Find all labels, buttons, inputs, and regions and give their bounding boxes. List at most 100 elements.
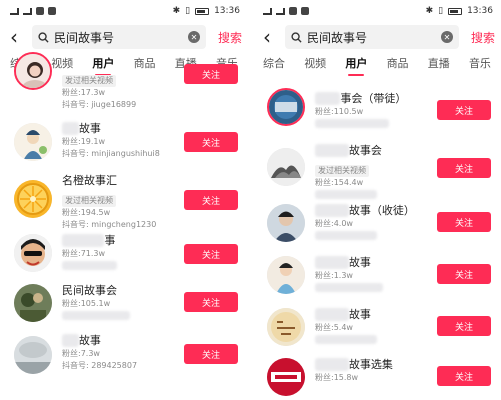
tab-live[interactable]: 直播 <box>428 52 450 76</box>
user-name: 故事 <box>78 334 101 347</box>
user-name: 故事 <box>78 122 101 135</box>
search-bar: ‹ ✕ 搜索 <box>253 22 501 52</box>
account-redacted: █████████ <box>62 261 118 270</box>
follow-button[interactable]: 关注 <box>184 190 238 210</box>
avatar <box>267 308 305 346</box>
list-item[interactable]: 民间故事会 粉丝:105.1w ███████████ 关注 <box>0 280 248 332</box>
tab-bar: 综合 视频 用户 商品 直播 音乐 <box>253 52 501 76</box>
follow-button[interactable]: 关注 <box>184 344 238 364</box>
fans-count: 粉丝:105.1w <box>62 299 111 308</box>
name-redacted: █████ <box>62 234 105 247</box>
follow-button[interactable]: 关注 <box>184 244 238 264</box>
search-input[interactable] <box>54 30 183 44</box>
list-item[interactable]: ████故事选集 粉丝:15.8w 关注 <box>253 354 501 400</box>
vibrate-icon: ▯ <box>438 6 444 16</box>
back-icon[interactable]: ‹ <box>10 27 26 47</box>
avatar <box>14 284 52 322</box>
list-item[interactable]: ████故事 粉丝:5.4w ██████████ 关注 <box>253 302 501 354</box>
fans-count: 粉丝:194.5w <box>62 208 111 217</box>
list-item[interactable]: ███事会（带徒） 粉丝:110.5w ████████████ 关注 <box>253 84 501 138</box>
avatar <box>267 358 305 396</box>
related-video-tag: 发过相关视频 <box>315 158 431 177</box>
search-box[interactable]: ✕ <box>32 25 206 49</box>
follow-button[interactable]: 关注 <box>437 316 491 336</box>
related-video-tag: 发过相关视频 <box>62 188 178 207</box>
fans-count: 粉丝:15.8w <box>315 373 359 382</box>
user-name: 事 <box>104 234 116 247</box>
fans-count: 粉丝:71.3w <box>62 249 106 258</box>
fans-count: 粉丝:1.3w <box>315 271 353 280</box>
user-name: 故事 <box>348 256 371 269</box>
tab-music[interactable]: 音乐 <box>469 52 491 76</box>
search-button[interactable]: 搜索 <box>212 29 242 46</box>
user-info: ██故事 粉丝:7.3w 抖音号: 289425807 <box>62 334 178 372</box>
user-info: ████故事 粉丝:1.3w ███████████ <box>315 256 431 294</box>
signal-icon <box>10 7 19 15</box>
user-info: █████事 粉丝:71.3w █████████ <box>62 234 178 272</box>
clear-icon[interactable]: ✕ <box>188 31 200 43</box>
avatar <box>14 123 52 161</box>
name-redacted: ██ <box>62 122 79 135</box>
user-name: 故事选集 <box>348 358 393 371</box>
user-info: 民间故事会 粉丝:105.1w ███████████ <box>62 284 178 322</box>
follow-button[interactable]: 关注 <box>437 100 491 120</box>
list-item[interactable]: ████故事会 发过相关视频 粉丝:154.4w ██████████ 关注 <box>253 138 501 201</box>
follow-button[interactable]: 关注 <box>184 132 238 152</box>
user-info: ████故事会 发过相关视频 粉丝:154.4w ██████████ <box>315 144 431 201</box>
status-left-icons <box>263 7 309 15</box>
clear-icon[interactable]: ✕ <box>441 31 453 43</box>
name-redacted: ██ <box>62 334 79 347</box>
status-time: 13:36 <box>467 6 493 16</box>
list-item[interactable]: ████故事 粉丝:1.3w ███████████ 关注 <box>253 250 501 302</box>
tab-users[interactable]: 用户 <box>345 52 367 76</box>
notification-icon <box>301 7 309 15</box>
follow-button[interactable]: 关注 <box>437 366 491 386</box>
account-redacted: ███████████ <box>315 283 383 292</box>
list-item[interactable]: █████事 粉丝:71.3w █████████ 关注 <box>0 228 248 280</box>
account-id: 抖音号: 289425807 <box>62 361 138 370</box>
user-info: ███事会（带徒） 粉丝:110.5w ████████████ <box>315 92 431 130</box>
fans-count: 粉丝:154.4w <box>315 178 364 187</box>
status-right-icons: ✱ ▯ 13:36 <box>173 6 240 16</box>
list-item[interactable]: ██故事 粉丝:7.3w 抖音号: 289425807 关注 <box>0 332 248 384</box>
status-left-icons <box>10 7 56 15</box>
list-item[interactable]: 发过相关视频 粉丝:17.3w 抖音号: jiuge16899 关注 <box>0 52 248 118</box>
account-redacted: ██████████ <box>315 335 377 344</box>
search-input[interactable] <box>307 30 436 44</box>
avatar <box>14 52 52 90</box>
tab-comprehensive[interactable]: 综合 <box>263 52 285 76</box>
search-box[interactable]: ✕ <box>285 25 459 49</box>
status-time: 13:36 <box>214 6 240 16</box>
related-video-tag: 发过相关视频 <box>62 68 178 87</box>
follow-button[interactable]: 关注 <box>437 264 491 284</box>
name-redacted: ████ <box>315 256 349 269</box>
name-redacted: ████ <box>315 144 349 157</box>
battery-icon <box>448 7 463 15</box>
user-info: 名橙故事汇 发过相关视频 粉丝:194.5w 抖音号: mingcheng123… <box>62 174 178 231</box>
follow-button[interactable]: 关注 <box>437 212 491 232</box>
signal-icon <box>276 7 285 15</box>
user-info: 发过相关视频 粉丝:17.3w 抖音号: jiuge16899 <box>62 68 178 111</box>
list-item[interactable]: 名橙故事汇 发过相关视频 粉丝:194.5w 抖音号: mingcheng123… <box>0 170 248 231</box>
tab-products[interactable]: 商品 <box>387 52 409 76</box>
list-item[interactable]: ██故事 粉丝:19.1w 抖音号: minjiangushihui8 关注 <box>0 118 248 170</box>
search-button[interactable]: 搜索 <box>465 29 495 46</box>
follow-button[interactable]: 关注 <box>184 64 238 84</box>
account-id: 抖音号: minjiangushihui8 <box>62 149 160 158</box>
status-right-icons: ✱ ▯ 13:36 <box>426 6 493 16</box>
user-info: ████故事选集 粉丝:15.8w <box>315 358 431 384</box>
tab-videos[interactable]: 视频 <box>304 52 326 76</box>
user-name: 民间故事会 <box>62 284 117 297</box>
list-item[interactable]: ████故事（收徒） 粉丝:4.0w ██████████ 关注 <box>253 198 501 250</box>
fans-count: 粉丝:7.3w <box>62 349 100 358</box>
fans-count: 粉丝:17.3w <box>62 88 106 97</box>
notification-icon <box>48 7 56 15</box>
back-icon[interactable]: ‹ <box>263 27 279 47</box>
name-redacted: ████ <box>315 308 349 321</box>
follow-button[interactable]: 关注 <box>437 158 491 178</box>
user-name: 故事（收徒） <box>348 204 415 217</box>
follow-button[interactable]: 关注 <box>184 292 238 312</box>
bluetooth-icon: ✱ <box>425 6 434 16</box>
account-redacted: ████████████ <box>315 119 389 128</box>
notification-icon <box>289 7 297 15</box>
